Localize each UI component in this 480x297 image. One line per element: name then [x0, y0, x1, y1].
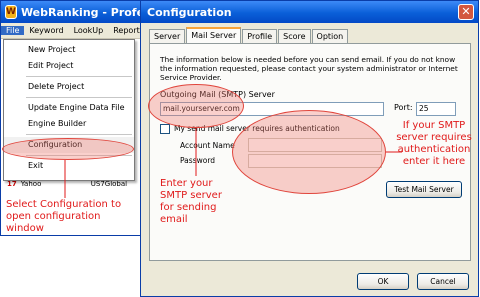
menu-item-update-engine-data[interactable]: Update Engine Data File — [4, 100, 134, 116]
auth-checkbox[interactable] — [160, 124, 170, 134]
account-name-label: Account Name — [180, 141, 235, 150]
menu-lookup[interactable]: LookUp — [69, 26, 109, 35]
tab-option[interactable]: Option — [311, 29, 349, 44]
tab-mail-server[interactable]: Mail Server — [186, 27, 242, 44]
app-titlebar: W WebRanking - Professional — [1, 1, 149, 23]
tab-profile[interactable]: Profile — [242, 29, 278, 44]
annotation-enter-smtp: Enter your SMTP server for sending email — [160, 178, 222, 225]
app-menubar: File Keyword LookUp Report — [1, 23, 149, 39]
port-label: Port: — [394, 103, 413, 112]
menu-separator — [26, 134, 132, 135]
close-icon[interactable]: ✕ — [458, 4, 474, 20]
highlight-configuration — [2, 138, 134, 160]
dialog-title: Configuration — [147, 5, 232, 19]
menu-item-delete-project[interactable]: Delete Project — [4, 79, 134, 95]
app-logo-icon: W — [5, 5, 17, 19]
engine-region: US7Global — [90, 180, 128, 188]
menu-separator — [26, 76, 132, 77]
port-input[interactable]: 25 — [416, 102, 456, 116]
tab-server[interactable]: Server — [149, 29, 186, 44]
menu-item-new-project[interactable]: New Project — [4, 42, 134, 58]
highlight-authentication — [232, 110, 386, 194]
info-text: The information below is needed before y… — [160, 55, 458, 82]
highlight-smtp-server — [148, 84, 244, 128]
annotation-select-configuration: Select Configuration to open configurati… — [6, 199, 122, 234]
cancel-button[interactable]: Cancel — [417, 273, 469, 290]
menu-separator — [26, 97, 132, 98]
test-mail-server-button[interactable]: Test Mail Server — [386, 181, 462, 198]
menu-item-edit-project[interactable]: Edit Project — [4, 58, 134, 74]
menu-item-engine-builder[interactable]: Engine Builder — [4, 116, 134, 132]
annotation-auth-note: If your SMTP server requires authenticat… — [396, 120, 472, 167]
rank-value: 17 — [7, 180, 17, 188]
ok-button[interactable]: OK — [357, 273, 409, 290]
dialog-tabs: Server Mail Server Profile Score Option — [149, 27, 349, 44]
engine-name: Yahoo — [20, 180, 42, 188]
tab-score[interactable]: Score — [278, 29, 311, 44]
app-title: WebRanking - Professional — [20, 5, 150, 19]
password-label: Password — [180, 156, 216, 165]
menu-keyword[interactable]: Keyword — [24, 26, 68, 35]
menu-item-exit[interactable]: Exit — [4, 158, 134, 174]
menu-file[interactable]: File — [1, 26, 25, 35]
screenshot-root: W WebRanking - Professional File Keyword… — [0, 0, 480, 297]
dialog-titlebar: Configuration ✕ — [141, 1, 478, 23]
